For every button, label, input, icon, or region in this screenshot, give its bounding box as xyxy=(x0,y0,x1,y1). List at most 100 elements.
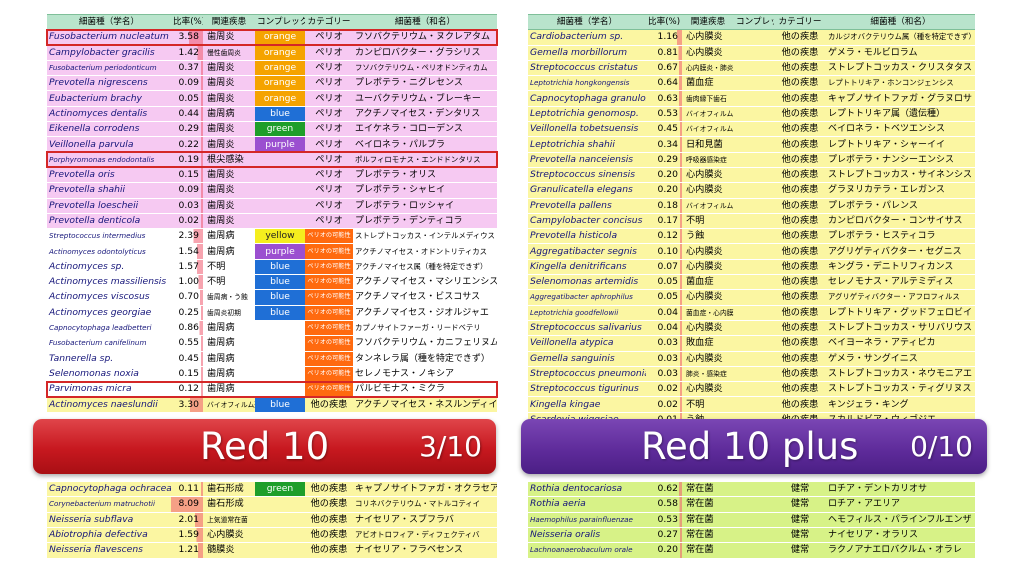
complex-cell xyxy=(734,527,774,544)
ratio-cell: 8.09 xyxy=(171,496,203,513)
ratio-cell: 0.03 xyxy=(646,366,682,383)
jp-name-cell: タンネレラ属（種を特定できず） xyxy=(353,351,497,367)
category-cell: 健常 xyxy=(774,496,826,513)
table-row: Tannerella sp. 0.45 歯周病 ペリオの可能性 タンネレラ属（種を特定で… xyxy=(47,351,497,367)
complex-cell xyxy=(255,320,305,337)
disease-cell: 不明 xyxy=(203,274,255,291)
complex-cell xyxy=(255,366,305,383)
ratio-cell: 2.39 xyxy=(171,228,203,245)
jp-name-cell: キャプノサイトファガ・オクラセア xyxy=(353,481,497,498)
disease-cell: 歯石形成 xyxy=(203,481,255,498)
category-cell: 他の疾患 xyxy=(305,396,353,413)
species-cell: Parvimonas micra xyxy=(47,381,171,398)
disease-cell: バイオフィルム形成 xyxy=(203,396,255,413)
category-cell: 他の疾患 xyxy=(305,512,353,528)
species-cell: Actinomyces sp. xyxy=(47,259,171,276)
species-cell: Haemophilus parainfluenzae xyxy=(528,512,646,528)
jp-name-cell: プレボテラ・ヒスティコラ xyxy=(826,228,975,245)
table-row: Leptotrichia shahii 0.34 日和見菌 他の疾患 レプトトリキア・シ… xyxy=(528,136,975,153)
complex-cell xyxy=(734,90,774,107)
complex-cell xyxy=(734,351,774,367)
ratio-cell: 0.45 xyxy=(646,121,682,138)
ratio-cell: 1.21 xyxy=(171,542,203,559)
disease-cell: 歯周炎 xyxy=(203,213,255,230)
complex-cell: green xyxy=(255,121,305,138)
ratio-cell: 0.15 xyxy=(171,366,203,383)
category-cell: 他の疾患 xyxy=(774,60,826,77)
table-row: Lachnoanaerobaculum orale 0.20 常在菌 健常 ラクノアナエ… xyxy=(528,542,975,559)
category-cell: 他の疾患 xyxy=(774,335,826,352)
table-row: Granulicatella elegans 0.20 心内膜炎 他の疾患 グラヌリカテ… xyxy=(528,182,975,199)
species-cell: Actinomyces massiliensis xyxy=(47,274,171,291)
category-cell: 他の疾患 xyxy=(774,320,826,337)
category-cell: 他の疾患 xyxy=(774,167,826,184)
complex-cell xyxy=(734,136,774,153)
disease-cell: バイオフィルム xyxy=(682,121,734,138)
species-cell: Actinomyces dentalis xyxy=(47,106,171,123)
species-cell: Prevotella denticola xyxy=(47,213,171,230)
complex-cell xyxy=(255,152,305,168)
complex-cell xyxy=(734,381,774,398)
jp-name-cell: ゲメラ・モルビロラム xyxy=(826,45,975,61)
jp-name-cell: ポルフィロモナス・エンドドンタリス xyxy=(353,152,497,168)
category-cell: 他の疾患 xyxy=(774,396,826,413)
ratio-cell: 1.00 xyxy=(171,274,203,291)
jp-name-cell: レプトトリキア・ホンコンジェンシス xyxy=(826,75,975,92)
species-cell: Prevotella oris xyxy=(47,167,171,184)
table-row: Neisseria subflava 2.01 上気道常在菌 他の疾患 ナイセリア・スブ… xyxy=(47,512,497,528)
category-cell: 他の疾患 xyxy=(774,228,826,245)
ratio-cell: 0.19 xyxy=(171,152,203,168)
table-row: Kingella kingae 0.02 不明 他の疾患 キンジェラ・キング xyxy=(528,396,975,413)
category-cell: 他の疾患 xyxy=(305,481,353,498)
species-cell: Fusobacterium canifelinum xyxy=(47,335,171,352)
jp-name-cell: ゲメラ・サングイニス xyxy=(826,351,975,367)
complex-cell xyxy=(734,198,774,214)
ratio-cell: 2.01 xyxy=(171,512,203,528)
complex-cell xyxy=(255,496,305,513)
species-cell: Prevotella histicola xyxy=(528,228,646,245)
species-cell: Capnocytophaga leadbetteri xyxy=(47,320,171,337)
ratio-cell: 3.30 xyxy=(171,396,203,413)
species-cell: Kingella kingae xyxy=(528,396,646,413)
jp-name-cell: プレボテラ・パレンス xyxy=(826,198,975,214)
table-row: Actinomyces viscosus 0.70 歯周病・う蝕 blue ペリオの可能… xyxy=(47,289,497,306)
header-ratio: 比率(%) xyxy=(646,13,682,31)
table-row: Campylobacter concisus 0.17 不明 他の疾患 カンピロバクター… xyxy=(528,213,975,230)
species-cell: Selenomonas noxia xyxy=(47,366,171,383)
jp-name-cell: アクチノマイセス・マシリエンシス xyxy=(353,274,497,291)
right-table-header: 細菌種（学名） 比率(%) 関連疾患 コンプレックス カテゴリー 細菌種（和名） xyxy=(528,13,975,31)
species-cell: Granulicatella elegans xyxy=(528,182,646,199)
header-jp-name: 細菌種（和名） xyxy=(353,13,497,31)
table-row: Streptococcus cristatus 0.67 心内膜炎・肺炎 他の疾患 スト… xyxy=(528,60,975,77)
complex-cell xyxy=(734,320,774,337)
jp-name-cell: カルジオバクテリウム属（種を特定できず） xyxy=(826,29,975,46)
species-cell: Abiotrophia defectiva xyxy=(47,527,171,544)
table-row: Capnocytophaga granulosa 0.63 歯肉縁下歯石 他の疾患 キャ… xyxy=(528,90,975,107)
ratio-cell: 0.70 xyxy=(171,289,203,306)
header-species: 細菌種（学名） xyxy=(528,13,646,31)
complex-cell xyxy=(734,60,774,77)
red10-plus-banner: Red 10 plus 0/10 xyxy=(521,419,987,474)
disease-cell: 日和見菌 xyxy=(682,136,734,153)
ratio-cell: 0.53 xyxy=(646,512,682,528)
jp-name-cell: アグリゲティバクター・セグニス xyxy=(826,243,975,260)
complex-cell xyxy=(734,213,774,230)
category-cell: ペリオ xyxy=(305,121,353,138)
category-cell: ペリオの可能性 xyxy=(305,289,353,306)
disease-cell: 歯周病 xyxy=(203,228,255,245)
jp-name-cell: フソバクテリウム・ヌクレアタム xyxy=(353,29,497,46)
species-cell: Tannerella sp. xyxy=(47,351,171,367)
header-species: 細菌種（学名） xyxy=(47,13,171,31)
complex-cell: yellow xyxy=(255,228,305,245)
complex-cell xyxy=(255,381,305,398)
category-cell: 他の疾患 xyxy=(305,496,353,513)
jp-name-cell: ストレプトコッカス・ティグリヌス xyxy=(826,381,975,398)
table-row: Prevotella shahii 0.09 歯周炎 ペリオ プレボテラ・シャヒイ xyxy=(47,182,497,199)
table-row: Leptotrichia goodfellowii0.04菌血症・心内膜炎 他の疾… xyxy=(528,305,975,321)
table-row: Veillonella tobetsuensis 0.45 バイオフィルム 他の疾患ベ… xyxy=(528,121,975,138)
table-row: Fusobacterium canifelinum 0.55 歯周病 ペリオの可能性フ… xyxy=(47,335,497,352)
complex-cell xyxy=(734,396,774,413)
complex-cell: blue xyxy=(255,106,305,123)
table-row: Prevotella denticola 0.02 歯周炎 ペリオ プレボテラ・デンティ… xyxy=(47,213,497,230)
disease-cell: 歯周炎 xyxy=(203,121,255,138)
